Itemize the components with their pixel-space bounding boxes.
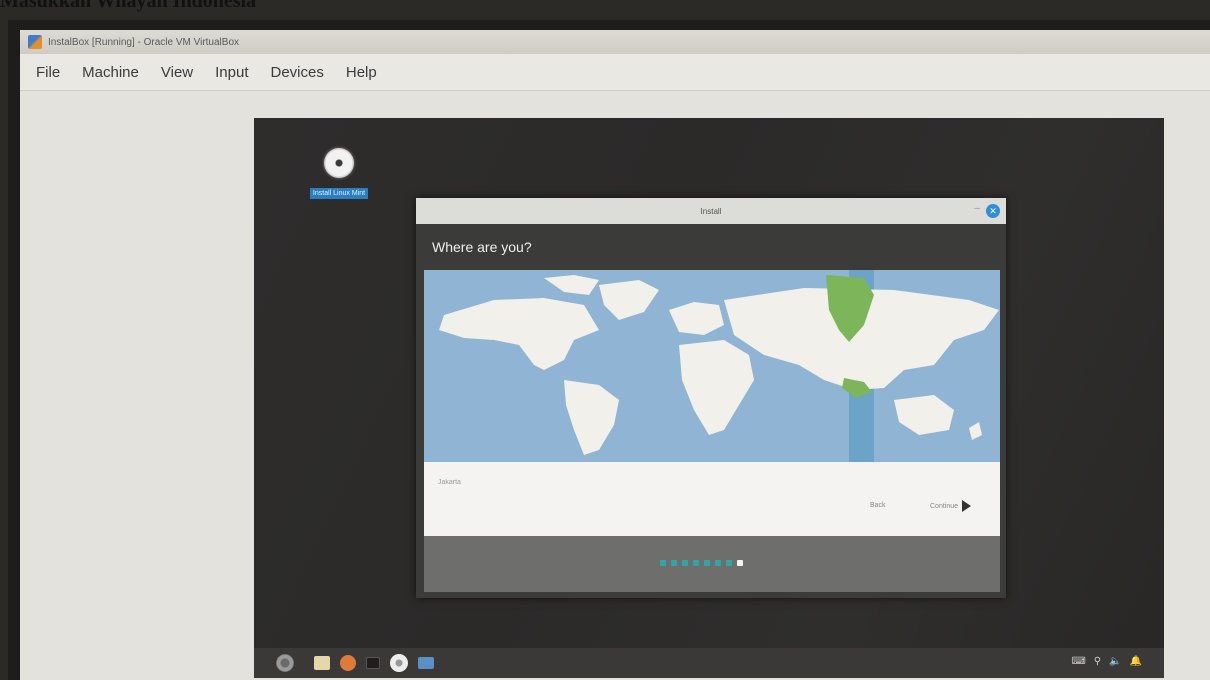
image-caption: Masukkan Wilayah Indonesia xyxy=(0,0,257,12)
installer-task-icon[interactable] xyxy=(390,654,408,672)
virtualbox-menubar: File Machine View Input Devices Help xyxy=(20,54,1210,91)
progress-panel xyxy=(424,536,1000,592)
progress-dot xyxy=(682,560,688,566)
location-input[interactable] xyxy=(436,472,740,492)
menu-machine[interactable]: Machine xyxy=(82,64,139,81)
progress-dot xyxy=(715,560,721,566)
system-tray: ⌨ ⚲ 🔈 🔔 xyxy=(1071,656,1150,667)
folder-icon[interactable] xyxy=(314,656,330,670)
progress-dot xyxy=(737,560,743,566)
guest-desktop[interactable]: Install Linux Mint Install – ✕ Where are… xyxy=(254,118,1164,678)
monitor-frame: InstalBox [Running] - Oracle VM VirtualB… xyxy=(8,20,1210,680)
notification-icon[interactable]: 🔔 xyxy=(1130,656,1142,667)
virtualbox-window: InstalBox [Running] - Oracle VM VirtualB… xyxy=(20,30,1210,680)
progress-indicator xyxy=(660,560,743,566)
progress-dot xyxy=(660,560,666,566)
continue-label: Continue xyxy=(930,502,959,510)
world-map-icon xyxy=(424,270,1000,462)
virtualbox-window-title: InstalBox [Running] - Oracle VM VirtualB… xyxy=(48,36,240,48)
page-title: Where are you? xyxy=(432,239,532,255)
menu-input[interactable]: Input xyxy=(215,64,248,81)
start-menu-icon[interactable] xyxy=(276,654,294,672)
keyboard-icon[interactable]: ⌨ xyxy=(1071,656,1085,667)
network-icon[interactable]: ⚲ xyxy=(1094,656,1101,667)
progress-dot xyxy=(671,560,677,566)
timezone-map[interactable] xyxy=(424,270,1000,462)
window-task-icon[interactable] xyxy=(418,657,434,669)
menu-devices[interactable]: Devices xyxy=(271,64,324,81)
virtualbox-logo-icon xyxy=(28,35,42,49)
arrow-right-icon xyxy=(962,500,972,512)
progress-dot xyxy=(704,560,710,566)
installer-heading: Where are you? xyxy=(416,224,1006,270)
menu-file[interactable]: File xyxy=(36,64,60,81)
progress-dot xyxy=(726,560,732,566)
volume-icon[interactable]: 🔈 xyxy=(1109,656,1121,667)
menu-help[interactable]: Help xyxy=(346,64,377,81)
browser-icon[interactable] xyxy=(340,655,356,671)
progress-dot xyxy=(693,560,699,566)
location-panel: Back Continue xyxy=(424,462,1000,536)
close-button[interactable]: ✕ xyxy=(986,204,1000,218)
close-icon: ✕ xyxy=(989,205,997,216)
desktop-icon-label: Install Linux Mint xyxy=(309,188,369,199)
back-button[interactable]: Back xyxy=(870,502,886,509)
continue-button[interactable]: Continue xyxy=(930,500,972,512)
installer-window-title: Install xyxy=(700,206,722,216)
terminal-icon[interactable] xyxy=(366,657,380,669)
minimize-button[interactable]: – xyxy=(974,203,980,214)
menu-view[interactable]: View xyxy=(161,64,193,81)
installer-window: Install – ✕ Where are you? Jakarta Back … xyxy=(416,198,1006,598)
installer-titlebar[interactable]: Install – ✕ xyxy=(416,198,1006,224)
taskbar: ⌨ ⚲ 🔈 🔔 xyxy=(254,648,1164,678)
disc-icon xyxy=(324,148,354,178)
desktop-icon-install[interactable]: Install Linux Mint xyxy=(294,148,384,200)
virtualbox-titlebar[interactable]: InstalBox [Running] - Oracle VM VirtualB… xyxy=(20,30,1210,54)
